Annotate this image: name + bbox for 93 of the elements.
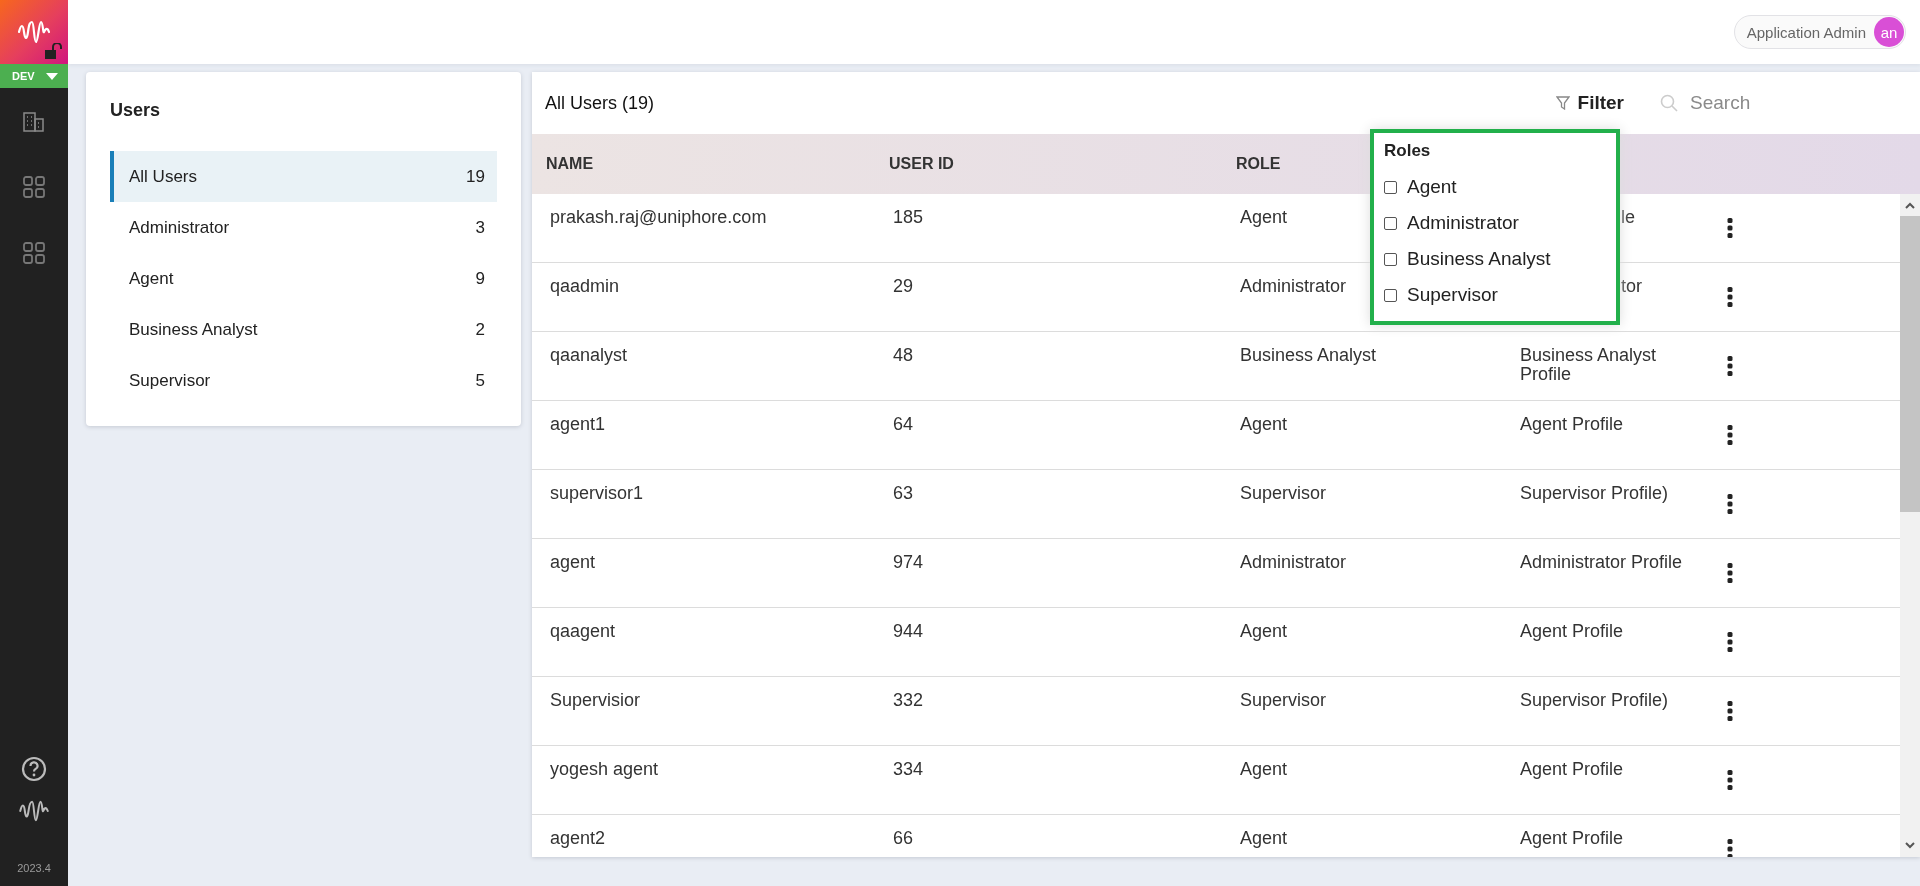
table-cell-text: 66 <box>893 827 914 848</box>
column-header: USER ID <box>889 155 955 173</box>
funnel-icon <box>1555 96 1570 110</box>
checkbox[interactable] <box>1384 252 1397 266</box>
table-cell-text: Agent <box>1240 206 1288 227</box>
table-cell-text: supervisor1 <box>550 482 644 503</box>
popover-title: Roles <box>1384 141 1432 161</box>
role-count: 19 <box>466 166 485 187</box>
more-options-icon[interactable] <box>1727 494 1733 514</box>
card-title: Users <box>110 100 162 121</box>
column-header: NAME <box>546 155 595 173</box>
option-label: Agent <box>1407 176 1457 198</box>
filter-button[interactable]: Filter <box>1555 92 1624 114</box>
more-options-icon[interactable] <box>1727 218 1733 238</box>
role-count: 5 <box>475 370 485 391</box>
more-options-icon[interactable] <box>1727 632 1733 652</box>
table-cell-text: agent2 <box>550 827 606 848</box>
option-label: Business Analyst <box>1407 248 1551 270</box>
role-label: All Users <box>129 166 197 187</box>
checkbox[interactable] <box>1384 288 1397 302</box>
user-avatar: an <box>1874 17 1904 47</box>
role-count: 2 <box>475 319 485 340</box>
role-list-item[interactable]: Supervisor 5 <box>110 355 497 406</box>
role-label: Agent <box>129 268 174 289</box>
building-icon[interactable] <box>23 112 45 132</box>
role-label: Administrator <box>129 217 230 238</box>
table-cell-text: yogesh agent <box>550 758 659 779</box>
option-label: Supervisor <box>1407 284 1498 306</box>
table-cell-text: qaadmin <box>550 275 620 296</box>
table-cell: Administrator Profile <box>1520 552 1683 572</box>
version-label: 2023.4 <box>17 862 51 874</box>
checkbox[interactable] <box>1384 216 1397 230</box>
role-count: 3 <box>475 217 485 238</box>
table-cell-text: Administrator <box>1240 551 1347 572</box>
column-header: ROLE <box>1236 155 1282 173</box>
table-cell-text: qaagent <box>550 620 616 641</box>
table-cell-text: 63 <box>893 482 914 503</box>
grid-icon[interactable] <box>23 242 45 264</box>
caret-icon <box>46 72 58 80</box>
role-label: Business Analyst <box>129 319 258 340</box>
table-cell-text: Agent <box>1240 620 1288 641</box>
more-options-icon[interactable] <box>1727 425 1733 445</box>
table-cell: tor <box>1621 276 1642 296</box>
more-options-icon[interactable] <box>1727 563 1733 583</box>
table-cell: Supervisor Profile) <box>1520 483 1669 503</box>
role-list-item[interactable]: Administrator 3 <box>110 202 497 253</box>
more-options-icon[interactable] <box>1727 770 1733 790</box>
table-cell-text: 944 <box>893 620 924 641</box>
table-cell-text: 334 <box>893 758 924 779</box>
table-cell-text: agent1 <box>550 413 606 434</box>
scrollbar-thumb[interactable] <box>1900 216 1920 512</box>
table-cell: Business Analyst Profile <box>1520 345 1657 384</box>
table-cell-text: Agent <box>1240 827 1288 848</box>
role-count: 9 <box>475 268 485 289</box>
table-cell: Agent Profile <box>1520 621 1624 641</box>
table-cell-text: prakash.raj@uniphore.com <box>550 206 767 227</box>
help-icon[interactable] <box>21 756 47 782</box>
lock-icon <box>44 43 64 59</box>
role-label: Supervisor <box>129 370 211 391</box>
table-cell-text: agent <box>550 551 596 572</box>
role-list-item[interactable]: All Users 19 <box>110 151 497 202</box>
table-cell-text: 64 <box>893 413 914 434</box>
table-cell-text: Supervisor <box>1240 689 1327 710</box>
search-icon <box>1660 94 1678 112</box>
table-cell-text: Supervisior <box>550 689 641 710</box>
table-cell-text: 29 <box>893 275 914 296</box>
table-cell-text: Agent <box>1240 758 1288 779</box>
role-list-item[interactable]: Business Analyst 2 <box>110 304 497 355</box>
table-cell: le <box>1621 207 1635 227</box>
table-cell: Agent Profile <box>1520 828 1624 848</box>
user-name: Application Admin <box>1746 23 1866 41</box>
table-cell-text: Agent <box>1240 413 1288 434</box>
table-cell-text: 48 <box>893 344 914 365</box>
role-list-item[interactable]: Agent 9 <box>110 253 497 304</box>
table-cell-text: 974 <box>893 551 924 572</box>
more-options-icon[interactable] <box>1727 287 1733 307</box>
table-cell-text: Administrator <box>1240 275 1347 296</box>
checkbox[interactable] <box>1384 180 1397 194</box>
user-menu[interactable]: Application Admin an <box>1733 15 1906 49</box>
more-options-icon[interactable] <box>1727 701 1733 721</box>
more-options-icon[interactable] <box>1727 839 1733 857</box>
option-label: Administrator <box>1407 212 1519 234</box>
table-title: All Users (19) <box>545 92 656 114</box>
table-cell-text: 185 <box>893 206 924 227</box>
table-cell: Supervisor Profile) <box>1520 690 1669 710</box>
table-cell: Agent Profile <box>1520 414 1624 434</box>
table-cell-text: 332 <box>893 689 924 710</box>
more-options-icon[interactable] <box>1727 356 1733 376</box>
table-cell-text: qaanalyst <box>550 344 628 365</box>
grid-icon[interactable] <box>23 176 45 198</box>
table-cell-text: Business Analyst <box>1240 344 1377 365</box>
table-cell: Agent Profile <box>1520 759 1624 779</box>
table-cell-text: Supervisor <box>1240 482 1327 503</box>
